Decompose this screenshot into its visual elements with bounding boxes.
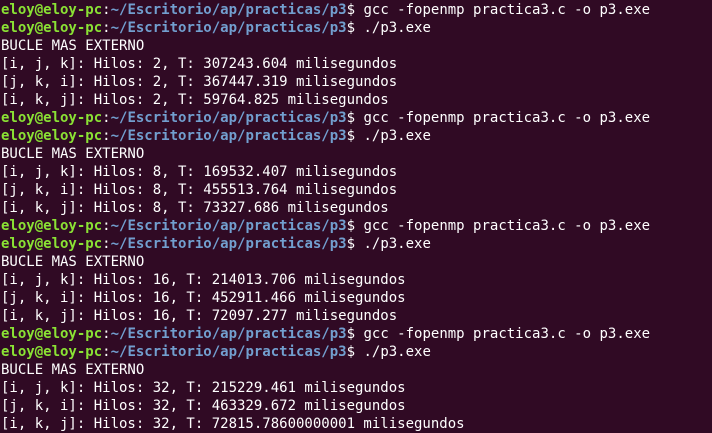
prompt-symbol: $ (346, 218, 364, 234)
output-line: [i, k, j]: Hilos: 16, T: 72097.277 milis… (1, 308, 398, 324)
prompt-path: ~/Escritorio/ap/practicas/p3 (110, 218, 347, 234)
prompt-user: eloy@eloy-pc (1, 110, 103, 126)
output-line: [j, k, i]: Hilos: 8, T: 455513.764 milis… (1, 182, 398, 198)
output-line: [i, k, j]: Hilos: 2, T: 59764.825 milise… (1, 92, 389, 108)
prompt-line: eloy@eloy-pc:~/Escritorio/ap/practicas/p… (1, 109, 712, 127)
prompt-path: ~/Escritorio/ap/practicas/p3 (110, 236, 347, 252)
prompt-symbol: $ (346, 110, 364, 126)
output-line: [i, k, j]: Hilos: 32, T: 72815.786000000… (1, 416, 465, 432)
prompt-path: ~/Escritorio/ap/practicas/p3 (110, 20, 347, 36)
prompt-user: eloy@eloy-pc (1, 236, 103, 252)
prompt-path: ~/Escritorio/ap/practicas/p3 (110, 2, 347, 18)
command-text: ./p3.exe (363, 20, 431, 36)
prompt-separator: : (102, 344, 111, 360)
output-line: [i, j, k]: Hilos: 32, T: 215229.461 mili… (1, 380, 406, 396)
command-text: ./p3.exe (363, 344, 431, 360)
prompt-path: ~/Escritorio/ap/practicas/p3 (110, 326, 347, 342)
prompt-path: ~/Escritorio/ap/practicas/p3 (110, 344, 347, 360)
prompt-line: eloy@eloy-pc:~/Escritorio/ap/practicas/p… (1, 325, 712, 343)
prompt-separator: : (102, 218, 111, 234)
prompt-line: eloy@eloy-pc:~/Escritorio/ap/practicas/p… (1, 217, 712, 235)
prompt-symbol: $ (346, 20, 364, 36)
prompt-user: eloy@eloy-pc (1, 344, 103, 360)
output-line: BUCLE MAS EXTERNO (1, 146, 145, 162)
output-line: [i, k, j]: Hilos: 8, T: 73327.686 milise… (1, 200, 389, 216)
output-line: [j, k, i]: Hilos: 16, T: 452911.466 mili… (1, 290, 406, 306)
prompt-separator: : (102, 326, 111, 342)
prompt-separator: : (102, 128, 111, 144)
prompt-separator: : (102, 2, 111, 18)
command-text: gcc -fopenmp practica3.c -o p3.exe (363, 218, 651, 234)
command-text: ./p3.exe (363, 236, 431, 252)
output-line: BUCLE MAS EXTERNO (1, 362, 145, 378)
command-text: gcc -fopenmp practica3.c -o p3.exe (363, 2, 651, 18)
prompt-line: eloy@eloy-pc:~/Escritorio/ap/practicas/p… (1, 19, 712, 37)
prompt-line: eloy@eloy-pc:~/Escritorio/ap/practicas/p… (1, 1, 712, 19)
prompt-line: eloy@eloy-pc:~/Escritorio/ap/practicas/p… (1, 343, 712, 361)
prompt-symbol: $ (346, 128, 364, 144)
prompt-symbol: $ (346, 2, 364, 18)
prompt-user: eloy@eloy-pc (1, 326, 103, 342)
prompt-symbol: $ (346, 344, 364, 360)
prompt-separator: : (102, 110, 111, 126)
prompt-symbol: $ (346, 236, 364, 252)
prompt-user: eloy@eloy-pc (1, 20, 103, 36)
output-line: [i, j, k]: Hilos: 2, T: 307243.604 milis… (1, 56, 398, 72)
output-line: [j, k, i]: Hilos: 32, T: 463329.672 mili… (1, 398, 406, 414)
prompt-line: eloy@eloy-pc:~/Escritorio/ap/practicas/p… (1, 235, 712, 253)
prompt-path: ~/Escritorio/ap/practicas/p3 (110, 110, 347, 126)
terminal-window[interactable]: eloy@eloy-pc:~/Escritorio/ap/practicas/p… (0, 0, 712, 433)
prompt-symbol: $ (346, 326, 364, 342)
command-text: ./p3.exe (363, 128, 431, 144)
prompt-separator: : (102, 236, 111, 252)
output-line: [i, j, k]: Hilos: 8, T: 169532.407 milis… (1, 164, 398, 180)
output-line: BUCLE MAS EXTERNO (1, 38, 145, 54)
output-line: [i, j, k]: Hilos: 16, T: 214013.706 mili… (1, 272, 406, 288)
prompt-user: eloy@eloy-pc (1, 128, 103, 144)
command-text: gcc -fopenmp practica3.c -o p3.exe (363, 110, 651, 126)
output-line: [j, k, i]: Hilos: 2, T: 367447.319 milis… (1, 74, 398, 90)
prompt-path: ~/Escritorio/ap/practicas/p3 (110, 128, 347, 144)
prompt-separator: : (102, 20, 111, 36)
command-text: gcc -fopenmp practica3.c -o p3.exe (363, 326, 651, 342)
prompt-line: eloy@eloy-pc:~/Escritorio/ap/practicas/p… (1, 127, 712, 145)
output-line: BUCLE MAS EXTERNO (1, 254, 145, 270)
prompt-user: eloy@eloy-pc (1, 2, 103, 18)
prompt-user: eloy@eloy-pc (1, 218, 103, 234)
